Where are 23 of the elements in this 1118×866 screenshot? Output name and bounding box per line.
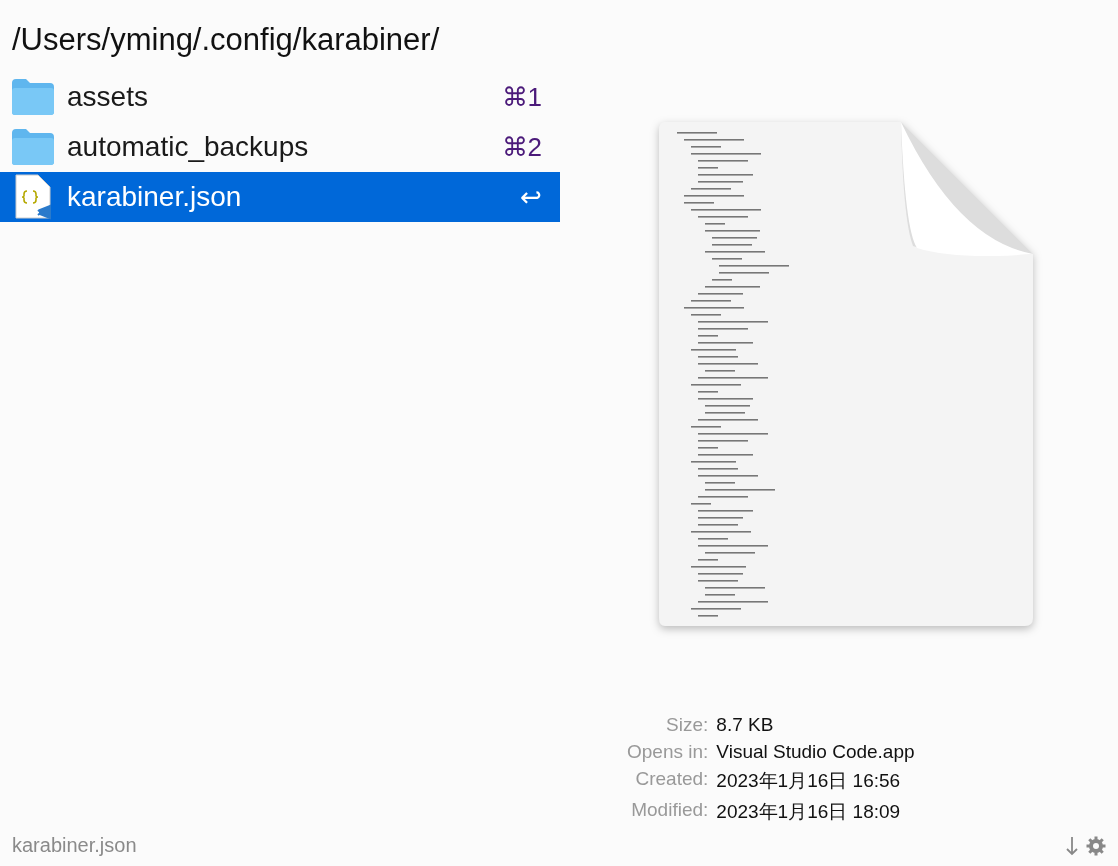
file-name: assets bbox=[67, 81, 149, 114]
detail-label: Created: bbox=[634, 768, 709, 792]
file-name: automatic_backups bbox=[67, 131, 310, 164]
detail-value: 2023年1月16日 18:09 bbox=[716, 800, 902, 825]
arrow-down-icon[interactable] bbox=[1066, 835, 1078, 856]
detail-value: 2023年1月16日 16:56 bbox=[716, 769, 902, 794]
shortcut-label: ⌘1 bbox=[501, 81, 542, 113]
settings-icon[interactable] bbox=[1086, 835, 1106, 856]
footer-path: karabiner.json bbox=[12, 834, 138, 858]
file-name: karabiner.json bbox=[67, 181, 243, 214]
detail-label: Opens in: bbox=[627, 741, 709, 764]
detail-value: 8.7 KB bbox=[716, 714, 775, 737]
detail-label: Modified: bbox=[630, 799, 709, 823]
result-item[interactable]: assets ⌘1 bbox=[0, 72, 560, 123]
folder-icon bbox=[10, 128, 55, 167]
folder-icon bbox=[10, 78, 55, 117]
search-field[interactable]: /Users/yming/.config/karabiner/ bbox=[0, 0, 1118, 69]
detail-label: Size: bbox=[665, 714, 709, 737]
shortcut-label: ⌘2 bbox=[501, 131, 542, 163]
result-item[interactable]: automatic_backups ⌘2 bbox=[0, 122, 560, 173]
result-item[interactable]: karabiner.json ↩ bbox=[0, 172, 560, 223]
shortcut-label: ↩ bbox=[520, 181, 542, 213]
detail-value: Visual Studio Code.app bbox=[716, 741, 915, 764]
